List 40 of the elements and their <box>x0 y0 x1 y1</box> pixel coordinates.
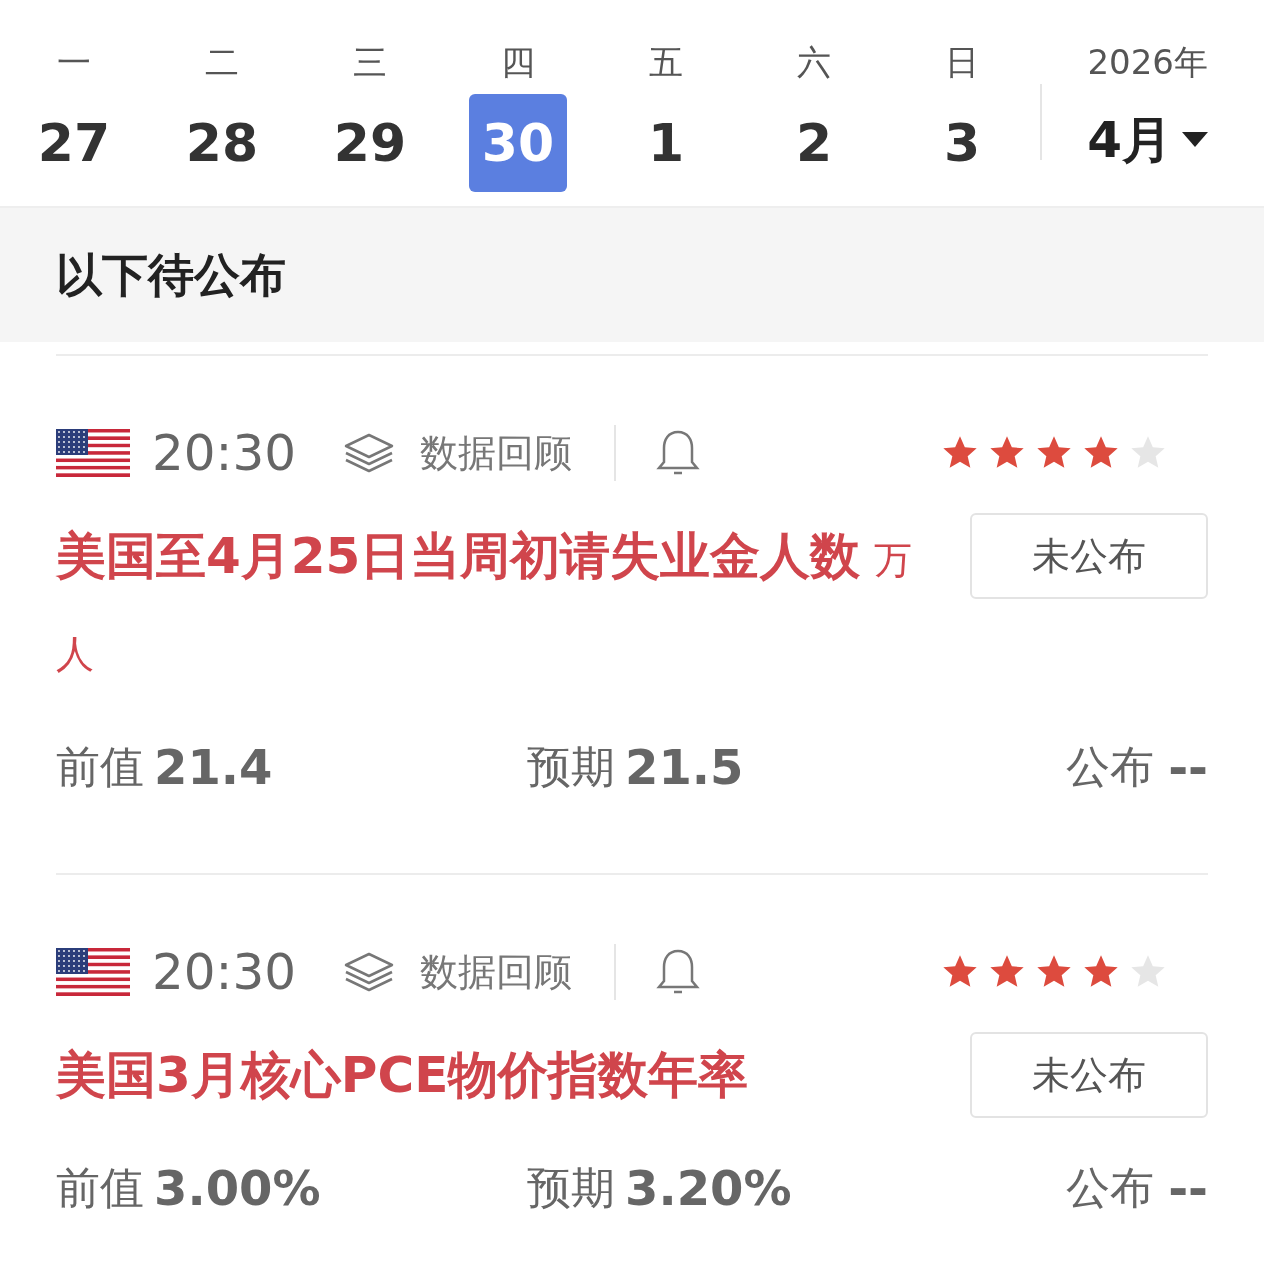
year-label: 2026年 <box>1087 41 1208 84</box>
actual-value: -- <box>1168 1159 1208 1218</box>
actual-value: -- <box>1168 738 1208 797</box>
flag-icon <box>56 429 130 477</box>
weekday-label: 一 <box>57 41 91 84</box>
data-review-link[interactable]: 数据回顾 <box>420 953 573 991</box>
previous-label: 前值 <box>56 740 144 794</box>
month-dropdown[interactable]: 4月 <box>1087 100 1208 180</box>
event-time: 20:30 <box>152 428 297 478</box>
event-title: 美国3月核心PCE物价指数年率 <box>56 1045 750 1106</box>
actual-label: 公布 <box>1066 740 1155 794</box>
status-button[interactable]: 未公布 <box>970 513 1208 599</box>
date-button[interactable]: 2 <box>765 94 863 192</box>
forecast-value: 3.20% <box>625 1159 792 1218</box>
date-button[interactable]: 1 <box>617 94 715 192</box>
previous-label: 前值 <box>56 1161 144 1215</box>
actual-label: 公布 <box>1066 1161 1155 1215</box>
weekday-label: 五 <box>649 41 683 84</box>
weekday-label: 三 <box>353 41 387 84</box>
forecast-value: 21.5 <box>625 738 744 797</box>
flag-icon <box>56 948 130 996</box>
section-title: 以下待公布 <box>56 246 286 304</box>
forecast-label: 预期 <box>527 740 615 794</box>
data-review-link[interactable]: 数据回顾 <box>420 434 573 472</box>
date-button[interactable]: 3 <box>913 94 1011 192</box>
weekday-label: 四 <box>501 41 535 84</box>
caret-icon <box>1182 132 1208 148</box>
forecast-label: 预期 <box>527 1161 615 1215</box>
status-button[interactable]: 未公布 <box>970 1032 1208 1118</box>
previous-value: 21.4 <box>154 738 273 797</box>
date-button[interactable]: 29 <box>321 94 419 192</box>
event-time: 20:30 <box>152 947 297 997</box>
date-button[interactable]: 28 <box>173 94 271 192</box>
weekday-label: 二 <box>205 41 239 84</box>
weekday-label: 日 <box>945 41 979 84</box>
previous-value: 3.00% <box>154 1159 321 1218</box>
date-button[interactable]: 27 <box>25 94 123 192</box>
date-button[interactable]: 30 <box>469 94 567 192</box>
weekday-label: 六 <box>797 41 831 84</box>
event-title: 美国至4月25日当周初请失业金人数 万人 <box>56 526 914 678</box>
